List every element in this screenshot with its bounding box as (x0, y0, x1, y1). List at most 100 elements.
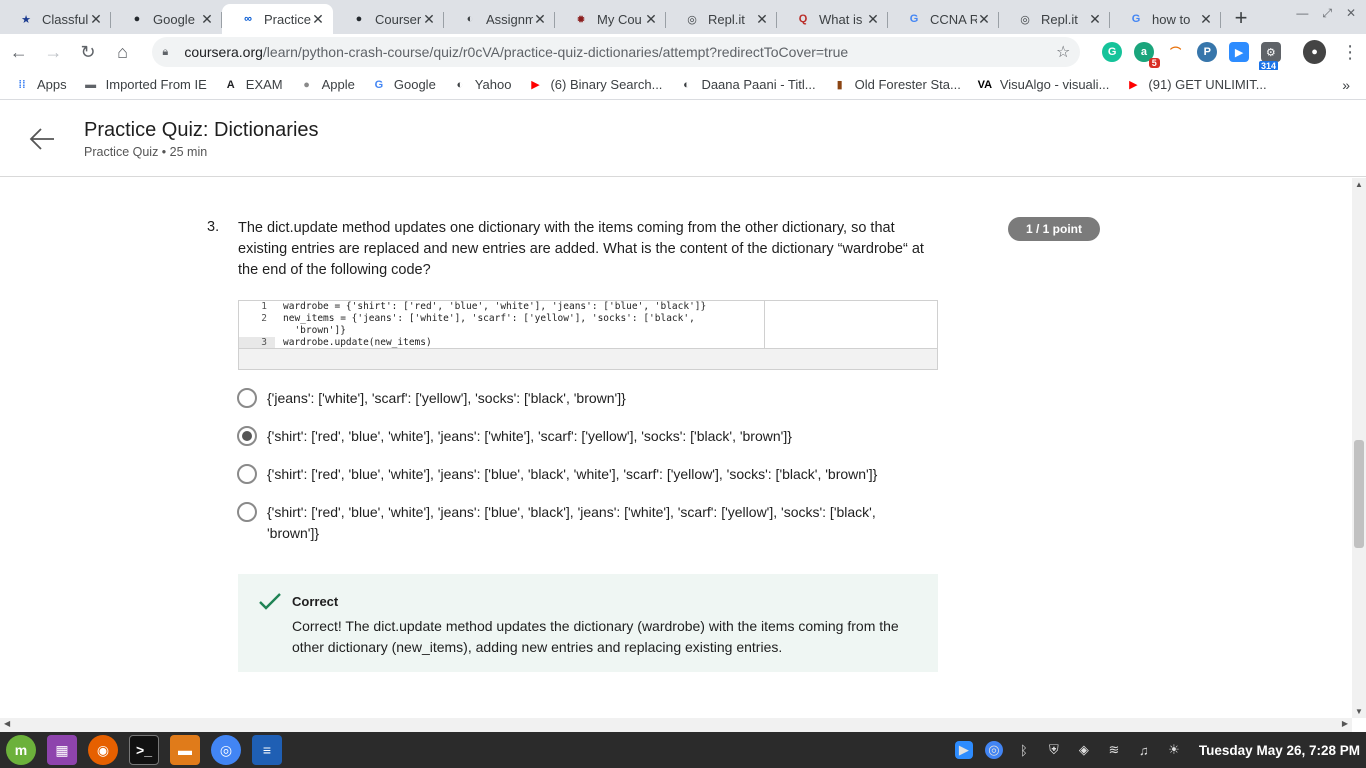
lock-icon[interactable]: 🔒︎ (162, 46, 176, 59)
forward-icon[interactable]: → (38, 36, 70, 68)
bookmark-item[interactable]: ● Apple (299, 77, 355, 93)
tab-close-icon[interactable]: ✕ (1199, 11, 1213, 28)
browser-tab[interactable]: ◎ Repl.it ✕ (666, 4, 777, 34)
chrome-icon[interactable]: ◎ (211, 735, 241, 765)
browser-tab[interactable]: ✹ My Cou ✕ (555, 4, 666, 34)
tab-close-icon[interactable]: ✕ (755, 11, 769, 28)
scroll-down-icon[interactable]: ▼ (1355, 707, 1363, 716)
radio-button[interactable] (237, 502, 257, 522)
restore-icon[interactable]: ⤢ (1322, 6, 1332, 21)
firefox-icon[interactable]: ◉ (88, 735, 118, 765)
brightness-icon[interactable]: ☀ (1165, 741, 1183, 759)
tab-close-icon[interactable]: ✕ (1088, 11, 1102, 28)
file-manager-thumb-icon[interactable]: ▦ (47, 735, 77, 765)
quiz-header: Practice Quiz: Dictionaries Practice Qui… (0, 101, 1366, 177)
radio-button[interactable] (237, 388, 257, 408)
answer-option[interactable]: {'shirt': ['red', 'blue', 'white'], 'jea… (237, 502, 927, 544)
a-extension-icon[interactable]: a5 (1134, 42, 1160, 68)
browser-tab[interactable]: ◎ Repl.it ✕ (999, 4, 1110, 34)
tab-close-icon[interactable]: ✕ (422, 11, 436, 28)
browser-tab[interactable]: ★ Classful ✕ (0, 4, 111, 34)
replit-icon: ◎ (1020, 13, 1030, 26)
bluetooth-icon[interactable]: ᛒ (1015, 741, 1033, 759)
bookmarks-bar: ⁞⁞ Apps ▬ Imported From IE A EXAM ● Apple G Googl… (0, 70, 1366, 100)
vertical-scrollbar[interactable]: ▲ ▼ (1352, 178, 1366, 718)
folder-icon[interactable]: ▬ (170, 735, 200, 765)
scroll-right-icon[interactable]: ▶ (1342, 719, 1348, 728)
zoom-tray-icon[interactable]: ▶ (954, 741, 973, 759)
bookmark-item[interactable]: VA VisuAlgo - visuali... (977, 77, 1110, 93)
browser-tab[interactable]: ● Google ✕ (111, 4, 222, 34)
browser-tab[interactable]: ● Courser ✕ (333, 4, 444, 34)
tab-close-icon[interactable]: ✕ (977, 11, 991, 28)
python-extension-icon[interactable]: P (1197, 42, 1218, 62)
question-text: The dict.update method updates one dicti… (238, 220, 924, 278)
radio-button[interactable] (237, 426, 257, 446)
bookmark-label: Old Forester Sta... (854, 77, 961, 92)
scroll-up-icon[interactable]: ▲ (1355, 180, 1363, 189)
horizontal-scrollbar[interactable]: ◀ ▶ (0, 718, 1352, 732)
code-editor[interactable]: 1 wardrobe = {'shirt': ['red', 'blue', 'w… (239, 301, 765, 349)
zoom-extension-icon[interactable]: ▶ (1229, 42, 1249, 62)
mint-menu-icon[interactable]: m (6, 735, 36, 765)
tab-close-icon[interactable]: ✕ (89, 11, 103, 28)
bookmark-item[interactable]: ▶ (6) Binary Search... (527, 77, 662, 93)
browser-tab[interactable]: G CCNA R ✕ (888, 4, 999, 34)
rainbow-extension-icon[interactable]: ⌒ (1166, 42, 1186, 62)
os-taskbar: m ▦ ◉ >_ ▬ ◎ ≡ ▶ ◎ ᛒ ⛨ ◈ ≋ ♫ ☀ Tuesday M… (0, 732, 1366, 768)
wifi-icon[interactable]: ≋ (1105, 741, 1123, 759)
tab-close-icon[interactable]: ✕ (200, 11, 214, 28)
github-icon: ● (355, 13, 363, 25)
bookmarks-overflow-icon[interactable]: » (1342, 77, 1350, 93)
scroll-left-icon[interactable]: ◀ (4, 719, 10, 728)
apps-grid-icon: ⁞⁞ (18, 78, 26, 91)
tab-close-icon[interactable]: ✕ (644, 11, 658, 28)
tab-close-icon[interactable]: ✕ (866, 11, 880, 28)
bookmark-star-icon[interactable]: ☆ (1056, 42, 1070, 62)
bookmark-item[interactable]: ◐ Daana Paani - Titl... (678, 77, 816, 93)
tab-separator (1220, 12, 1221, 28)
bookmark-item[interactable]: ▶ (91) GET UNLIMIT... (1125, 77, 1266, 93)
bookmark-item[interactable]: A EXAM (223, 77, 283, 93)
browser-tab[interactable]: Q What is ✕ (777, 4, 888, 34)
bookmark-label: (6) Binary Search... (550, 77, 663, 92)
home-icon[interactable]: ⌂ (107, 36, 139, 68)
chrome-tray-icon[interactable]: ◎ (984, 741, 1003, 759)
bookmark-item[interactable]: ▮ Old Forester Sta... (832, 77, 961, 93)
tab-close-icon[interactable]: ✕ (533, 11, 547, 28)
minimize-icon[interactable]: — (1296, 6, 1308, 21)
answer-option[interactable]: {'shirt': ['red', 'blue', 'white'], 'jea… (237, 426, 927, 447)
visualgo-icon: VA (977, 78, 993, 91)
clock[interactable]: Tuesday May 26, 7:28 PM (1199, 743, 1360, 758)
answer-option[interactable]: {'jeans': ['white'], 'scarf': ['yellow']… (237, 388, 927, 409)
bookmark-item[interactable]: ◐ Yahoo (452, 77, 511, 93)
close-window-icon[interactable]: ✕ (1346, 6, 1356, 21)
tab-label: Assignm (486, 11, 533, 27)
back-icon[interactable]: ← (3, 36, 35, 68)
back-arrow-icon[interactable] (28, 125, 56, 153)
reload-icon[interactable]: ↻ (72, 36, 104, 68)
browser-toolbar: ← → ↻ ⌂ 🔒︎ coursera.org/learn/python-cra… (0, 34, 1366, 71)
new-tab-button[interactable]: + (1227, 4, 1255, 34)
grammarly-extension-icon[interactable]: G (1102, 42, 1123, 62)
address-bar[interactable]: 🔒︎ coursera.org/learn/python-crash-cours… (152, 37, 1081, 67)
extension-icon[interactable]: ⚙ 314 (1258, 42, 1281, 71)
profile-avatar[interactable]: ● (1302, 40, 1327, 64)
text-editor-icon[interactable]: ≡ (252, 735, 282, 765)
browser-tab[interactable]: ∞ Practice ✕ (222, 4, 333, 34)
browser-menu-icon[interactable]: ⋮ (1334, 36, 1366, 68)
radio-button[interactable] (237, 464, 257, 484)
nvidia-icon[interactable]: ◈ (1075, 741, 1093, 759)
tab-label: Practice (264, 11, 311, 27)
tab-close-icon[interactable]: ✕ (311, 11, 325, 28)
browser-tab[interactable]: Ghow to ✕ (1110, 4, 1221, 34)
bookmark-item[interactable]: G Google (371, 77, 436, 93)
answer-option[interactable]: {'shirt': ['red', 'blue', 'white'], 'jea… (237, 464, 927, 485)
bookmark-item[interactable]: ▬ Imported From IE (83, 77, 207, 93)
scrollbar-thumb[interactable] (1354, 440, 1364, 548)
shield-icon[interactable]: ⛨ (1045, 741, 1063, 759)
music-icon[interactable]: ♫ (1135, 741, 1153, 759)
terminal-icon[interactable]: >_ (129, 735, 159, 765)
browser-tab[interactable]: ◐ Assignm ✕ (444, 4, 555, 34)
bookmark-item[interactable]: ⁞⁞ Apps (14, 77, 66, 93)
